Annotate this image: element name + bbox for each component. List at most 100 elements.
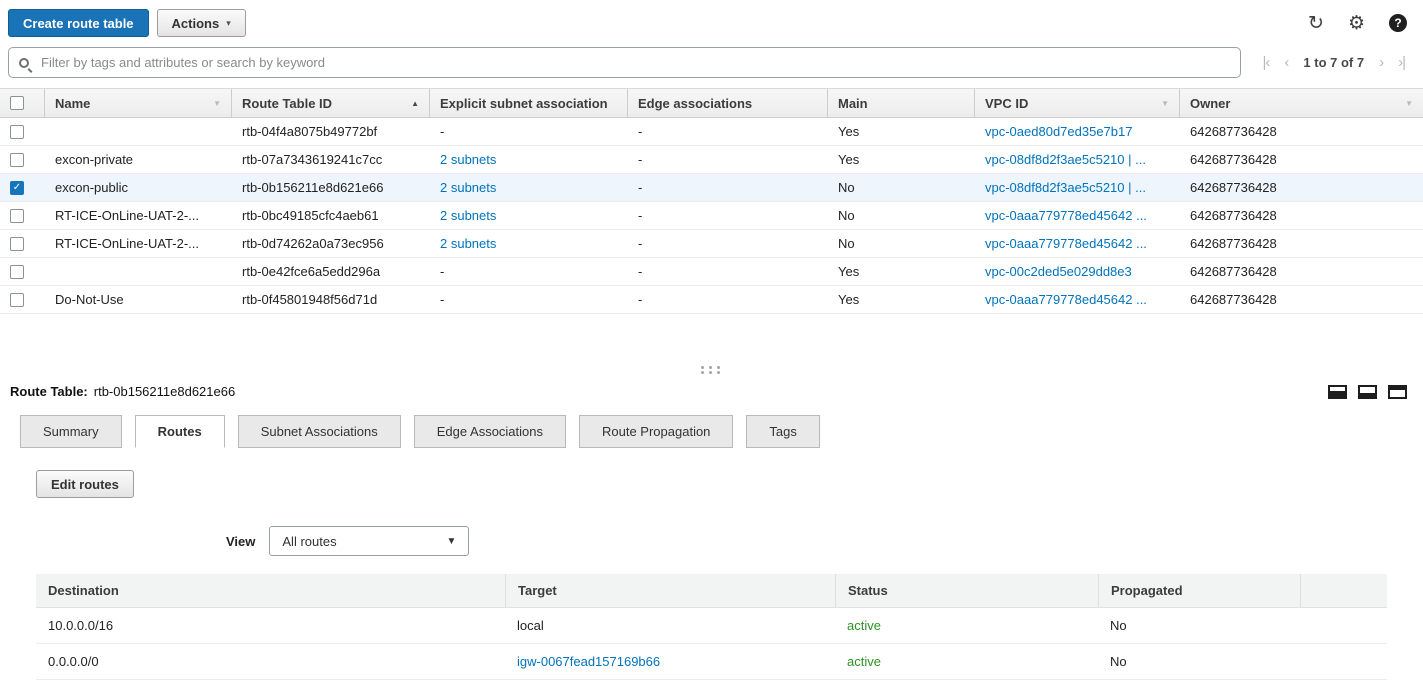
vpc-cell: vpc-08df8d2f3ae5c5210 | ... bbox=[975, 152, 1180, 167]
row-checkbox[interactable] bbox=[10, 264, 24, 279]
vpc-link[interactable]: vpc-0aed80d7ed35e7b17 bbox=[985, 124, 1132, 139]
row-checkbox[interactable] bbox=[10, 152, 24, 167]
table-row[interactable]: RT-ICE-OnLine-UAT-2-... rtb-0d74262a0a73… bbox=[0, 230, 1423, 258]
table-row[interactable]: RT-ICE-OnLine-UAT-2-... rtb-0bc49185cfc4… bbox=[0, 202, 1423, 230]
tab-tags[interactable]: Tags bbox=[746, 415, 820, 448]
view-row: View All routes ▼ bbox=[36, 526, 1387, 556]
column-header-destination[interactable]: Destination bbox=[36, 574, 505, 607]
chevron-down-icon: ▼ bbox=[446, 535, 457, 547]
prev-page-icon[interactable]: ‹ bbox=[1284, 55, 1289, 70]
subnets-link[interactable]: 2 subnets bbox=[440, 180, 496, 195]
vpc-link[interactable]: vpc-08df8d2f3ae5c5210 | ... bbox=[985, 152, 1146, 167]
table-row[interactable]: rtb-0e42fce6a5edd296a - - Yes vpc-00c2de… bbox=[0, 258, 1423, 286]
tab-routes[interactable]: Routes bbox=[134, 415, 225, 448]
column-header-edge-associations[interactable]: Edge associations bbox=[628, 89, 828, 117]
search-input[interactable] bbox=[39, 54, 1230, 71]
column-header-route-table-id[interactable]: Route Table ID ▲ bbox=[232, 89, 430, 117]
propagated-cell: No bbox=[1110, 618, 1127, 633]
next-page-icon[interactable]: › bbox=[1379, 55, 1384, 70]
vpc-link[interactable]: vpc-0aaa779778ed45642 ... bbox=[985, 236, 1147, 251]
table-row-selected[interactable]: ✓ excon-public rtb-0b156211e8d621e66 2 s… bbox=[0, 174, 1423, 202]
row-checkbox[interactable] bbox=[10, 236, 24, 251]
last-page-icon[interactable]: ›| bbox=[1398, 55, 1406, 70]
pane-splitter[interactable] bbox=[0, 362, 1423, 378]
route-table-id-cell: rtb-0b156211e8d621e66 bbox=[242, 180, 384, 195]
detail-title-label: Route Table: bbox=[10, 384, 88, 399]
column-header-main[interactable]: Main bbox=[828, 89, 975, 117]
row-checkbox[interactable] bbox=[10, 124, 24, 139]
vpc-cell: vpc-0aed80d7ed35e7b17 bbox=[975, 124, 1180, 139]
route-table-id-cell: rtb-0f45801948f56d71d bbox=[242, 292, 378, 307]
row-checkbox[interactable] bbox=[10, 292, 24, 307]
vpc-cell: vpc-08df8d2f3ae5c5210 | ... bbox=[975, 180, 1180, 195]
pagination-text: 1 to 7 of 7 bbox=[1303, 55, 1365, 70]
route-tables-table: Name ▼ Route Table ID ▲ Explicit subnet … bbox=[0, 88, 1423, 314]
edit-routes-button[interactable]: Edit routes bbox=[36, 470, 134, 498]
collapse-pane-icon[interactable] bbox=[1388, 384, 1407, 399]
name-cell: Do-Not-Use bbox=[55, 292, 124, 307]
edge-associations-cell: - bbox=[638, 236, 643, 251]
column-header-name[interactable]: Name ▼ bbox=[45, 89, 232, 117]
route-table-id-cell: rtb-0e42fce6a5edd296a bbox=[242, 264, 381, 279]
table-row[interactable]: excon-private rtb-07a7343619241c7cc 2 su… bbox=[0, 146, 1423, 174]
vpc-link[interactable]: vpc-00c2ded5e029dd8e3 bbox=[985, 264, 1132, 279]
row-checkbox-checked[interactable]: ✓ bbox=[10, 180, 24, 195]
name-cell: RT-ICE-OnLine-UAT-2-... bbox=[55, 236, 199, 251]
sort-asc-icon: ▲ bbox=[411, 98, 419, 108]
igw-target-link[interactable]: igw-0067fead157169b66 bbox=[517, 654, 660, 669]
tab-route-propagation[interactable]: Route Propagation bbox=[579, 415, 734, 448]
subnet-association-cell: - bbox=[440, 124, 445, 139]
edge-associations-cell: - bbox=[638, 124, 643, 139]
search-box[interactable] bbox=[8, 47, 1241, 78]
help-icon[interactable]: ? bbox=[1389, 14, 1407, 32]
target-cell: local bbox=[517, 618, 544, 633]
column-header-target[interactable]: Target bbox=[505, 574, 835, 607]
route-table-id-cell: rtb-0bc49185cfc4aeb61 bbox=[242, 208, 379, 223]
split-pane-icon[interactable] bbox=[1358, 384, 1377, 399]
subnets-link[interactable]: 2 subnets bbox=[440, 208, 496, 223]
checkbox-cell bbox=[0, 124, 45, 139]
route-table-id-cell: rtb-0d74262a0a73ec956 bbox=[242, 236, 384, 251]
refresh-icon[interactable]: ↻ bbox=[1308, 14, 1324, 33]
vpc-link[interactable]: vpc-0aaa779778ed45642 ... bbox=[985, 208, 1147, 223]
name-cell: excon-private bbox=[55, 152, 134, 167]
pagination: |‹ ‹ 1 to 7 of 7 › ›| bbox=[1263, 55, 1406, 70]
subnet-association-cell: 2 subnets bbox=[430, 152, 628, 167]
gear-icon[interactable]: ⚙ bbox=[1348, 14, 1365, 33]
propagated-cell: No bbox=[1110, 654, 1127, 669]
table-row[interactable]: Do-Not-Use rtb-0f45801948f56d71d - - Yes… bbox=[0, 286, 1423, 314]
column-header-owner[interactable]: Owner ▼ bbox=[1180, 89, 1423, 117]
table-header: Name ▼ Route Table ID ▲ Explicit subnet … bbox=[0, 88, 1423, 118]
view-select[interactable]: All routes ▼ bbox=[269, 526, 470, 556]
vpc-cell: vpc-0aaa779778ed45642 ... bbox=[975, 236, 1180, 251]
subnets-link[interactable]: 2 subnets bbox=[440, 236, 496, 251]
toolbar-icons: ↻ ⚙ ? bbox=[1308, 14, 1407, 33]
table-row[interactable]: rtb-04f4a8075b49772bf - - Yes vpc-0aed80… bbox=[0, 118, 1423, 146]
top-toolbar: Create route table Actions ▾ ↻ ⚙ ? bbox=[0, 0, 1423, 45]
tab-edge-associations[interactable]: Edge Associations bbox=[413, 415, 566, 448]
route-row: 0.0.0.0/0 igw-0067fead157169b66 active N… bbox=[36, 644, 1387, 680]
vpc-link[interactable]: vpc-0aaa779778ed45642 ... bbox=[985, 292, 1147, 307]
column-label: Owner bbox=[1190, 95, 1231, 111]
subnets-link[interactable]: 2 subnets bbox=[440, 152, 496, 167]
tab-subnet-associations[interactable]: Subnet Associations bbox=[237, 415, 401, 448]
actions-button[interactable]: Actions ▾ bbox=[156, 9, 246, 37]
subnet-association-cell: 2 subnets bbox=[430, 236, 628, 251]
select-all-checkbox[interactable] bbox=[10, 96, 24, 110]
tab-summary[interactable]: Summary bbox=[20, 415, 122, 448]
expand-pane-icon[interactable] bbox=[1328, 384, 1347, 399]
vpc-link[interactable]: vpc-08df8d2f3ae5c5210 | ... bbox=[985, 180, 1146, 195]
first-page-icon[interactable]: |‹ bbox=[1263, 55, 1271, 70]
column-header-explicit-subnet-association[interactable]: Explicit subnet association bbox=[430, 89, 628, 117]
row-checkbox[interactable] bbox=[10, 208, 24, 223]
routes-tab-content: Edit routes View All routes ▼ Destinatio… bbox=[0, 448, 1423, 680]
route-tables-console: Create route table Actions ▾ ↻ ⚙ ? |‹ ‹ … bbox=[0, 0, 1423, 680]
create-route-table-button[interactable]: Create route table bbox=[8, 9, 149, 37]
column-header-propagated[interactable]: Propagated bbox=[1098, 574, 1300, 607]
detail-header: Route Table: rtb-0b156211e8d621e66 bbox=[0, 378, 1423, 401]
route-table-id-cell: rtb-04f4a8075b49772bf bbox=[242, 124, 378, 139]
column-header-vpc-id[interactable]: VPC ID ▼ bbox=[975, 89, 1180, 117]
column-header-status[interactable]: Status bbox=[835, 574, 1098, 607]
destination-cell: 10.0.0.0/16 bbox=[48, 618, 114, 633]
checkbox-cell bbox=[0, 264, 45, 279]
